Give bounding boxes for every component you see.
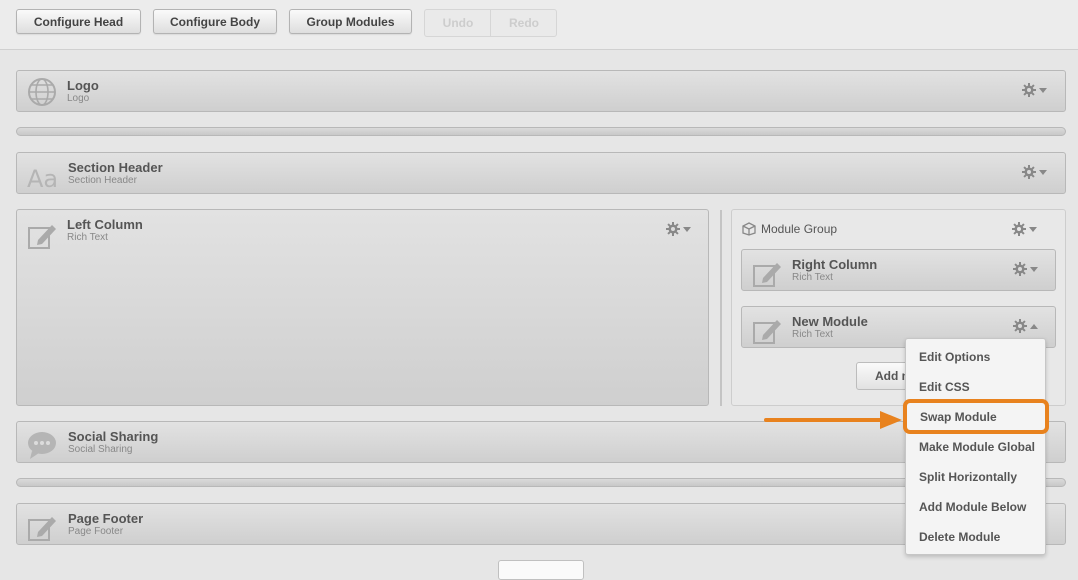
redo-button[interactable]: Redo [491,10,557,36]
edit-icon [28,517,56,541]
module-title: Section Header [68,160,163,175]
module-type: Section Header [68,175,137,186]
module-type: Rich Text [792,272,833,283]
edit-icon [753,320,781,344]
gear-icon[interactable] [1013,319,1041,333]
module-type: Logo [67,93,90,104]
bottom-button[interactable] [498,560,584,580]
text-icon: Aa [27,165,59,193]
menu-split-horizontally[interactable]: Split Horizontally [919,470,1017,484]
module-title: Left Column [67,217,143,232]
module-title: Social Sharing [68,429,159,444]
caret-up-icon [1030,324,1038,329]
spacer-bar [16,127,1066,136]
module-type: Rich Text [792,329,833,340]
module-title: Page Footer [68,511,144,526]
undo-button[interactable]: Undo [425,10,491,36]
cube-icon [742,222,756,236]
toolbar: Configure Head Configure Body Group Modu… [0,0,1078,50]
module-type: Social Sharing [68,444,133,455]
arrow-icon [764,411,902,429]
section-header-module[interactable]: Aa Section Header Section Header [16,152,1066,194]
menu-swap-module[interactable]: Swap Module [920,410,997,424]
gear-icon[interactable] [1022,83,1050,97]
configure-body-button[interactable]: Configure Body [153,9,277,34]
left-column-module[interactable]: Left Column Rich Text [16,209,709,406]
menu-edit-css[interactable]: Edit CSS [919,380,970,394]
menu-edit-options[interactable]: Edit Options [919,350,990,364]
gear-icon[interactable] [666,222,694,236]
edit-icon [753,263,781,287]
gear-icon[interactable] [1013,262,1041,276]
menu-add-module-below[interactable]: Add Module Below [919,500,1026,514]
module-group-label: Module Group [761,222,838,236]
undo-redo-group: Undo Redo [424,9,557,37]
module-type: Rich Text [67,232,108,243]
module-context-menu: Edit Options Edit CSS Make Module Global… [905,338,1046,555]
module-title: Logo [67,78,99,93]
right-column-module[interactable]: Right Column Rich Text [741,249,1056,291]
module-title: New Module [792,314,868,329]
column-divider[interactable] [720,210,722,406]
group-modules-button[interactable]: Group Modules [289,9,412,34]
menu-delete-module[interactable]: Delete Module [919,530,1000,544]
logo-module[interactable]: Logo Logo [16,70,1066,112]
menu-make-module-global[interactable]: Make Module Global [919,440,1035,454]
gear-icon[interactable] [1012,222,1040,236]
module-title: Right Column [792,257,878,272]
module-group-header: Module Group [742,222,837,236]
module-type: Page Footer [68,526,124,537]
menu-swap-module-highlight[interactable]: Swap Module [903,399,1049,434]
edit-icon [28,225,56,249]
gear-icon[interactable] [1022,165,1050,179]
globe-icon [28,78,56,106]
configure-head-button[interactable]: Configure Head [16,9,141,34]
speech-bubble-icon [28,432,56,459]
